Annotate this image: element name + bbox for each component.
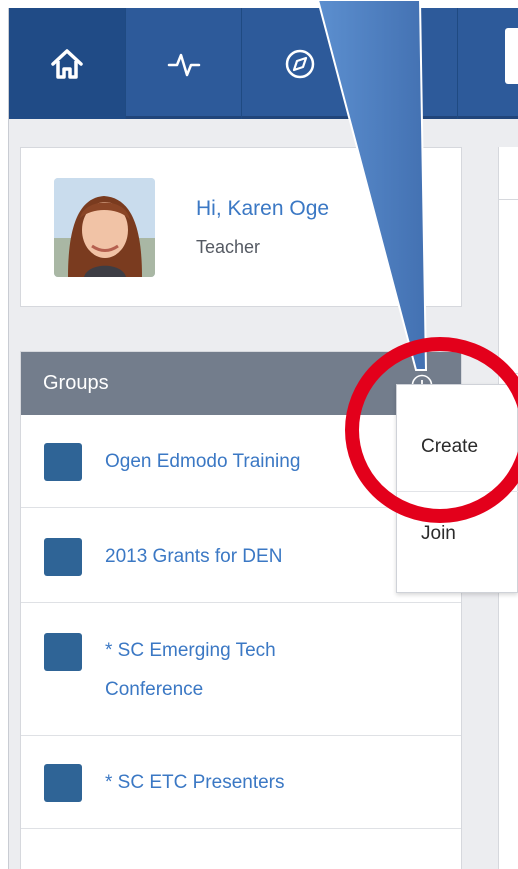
user-role: Teacher <box>196 237 261 257</box>
nav-extra-button[interactable] <box>358 8 458 119</box>
join-group-menu-item[interactable]: Join <box>397 513 518 578</box>
nav-home-button[interactable] <box>9 8 126 119</box>
nav-activity-button[interactable] <box>126 8 242 119</box>
home-icon <box>49 47 85 81</box>
nav-discover-button[interactable] <box>242 8 358 119</box>
group-color-swatch <box>44 538 82 576</box>
menu-divider <box>397 491 518 492</box>
group-label[interactable]: Ogen Edmodo Training <box>105 442 375 481</box>
create-label[interactable]: Create <box>421 436 478 458</box>
group-color-swatch <box>44 633 82 671</box>
group-label[interactable]: 2013 Grants for DEN <box>105 537 375 576</box>
join-label[interactable]: Join <box>421 523 456 545</box>
greeting-link[interactable]: Hi, Karen Oge <box>196 197 329 221</box>
group-label[interactable]: * SC Emerging Tech Conference <box>105 631 355 709</box>
profile-card: Hi, Karen Oge Teacher <box>20 147 462 307</box>
pulse-icon <box>167 49 201 79</box>
square-icon <box>393 49 423 79</box>
add-group-dropdown-menu: Create Join <box>396 384 518 593</box>
screenshot-frame: Hi, Karen Oge Teacher Groups Ogen Edmodo… <box>0 0 518 869</box>
compass-icon <box>283 47 317 81</box>
group-item[interactable]: * SC ETC Presenters <box>21 736 461 829</box>
group-item[interactable]: * SC Emerging Tech Conference <box>21 603 461 736</box>
group-color-swatch <box>44 443 82 481</box>
group-label[interactable]: * SC ETC Presenters <box>105 763 375 802</box>
create-group-menu-item[interactable]: Create <box>397 426 518 491</box>
groups-title: Groups <box>43 372 109 394</box>
avatar[interactable] <box>54 178 155 277</box>
top-navigation-bar <box>9 8 518 119</box>
group-color-swatch <box>44 764 82 802</box>
group-item[interactable] <box>21 829 461 869</box>
search-field[interactable] <box>505 28 518 84</box>
